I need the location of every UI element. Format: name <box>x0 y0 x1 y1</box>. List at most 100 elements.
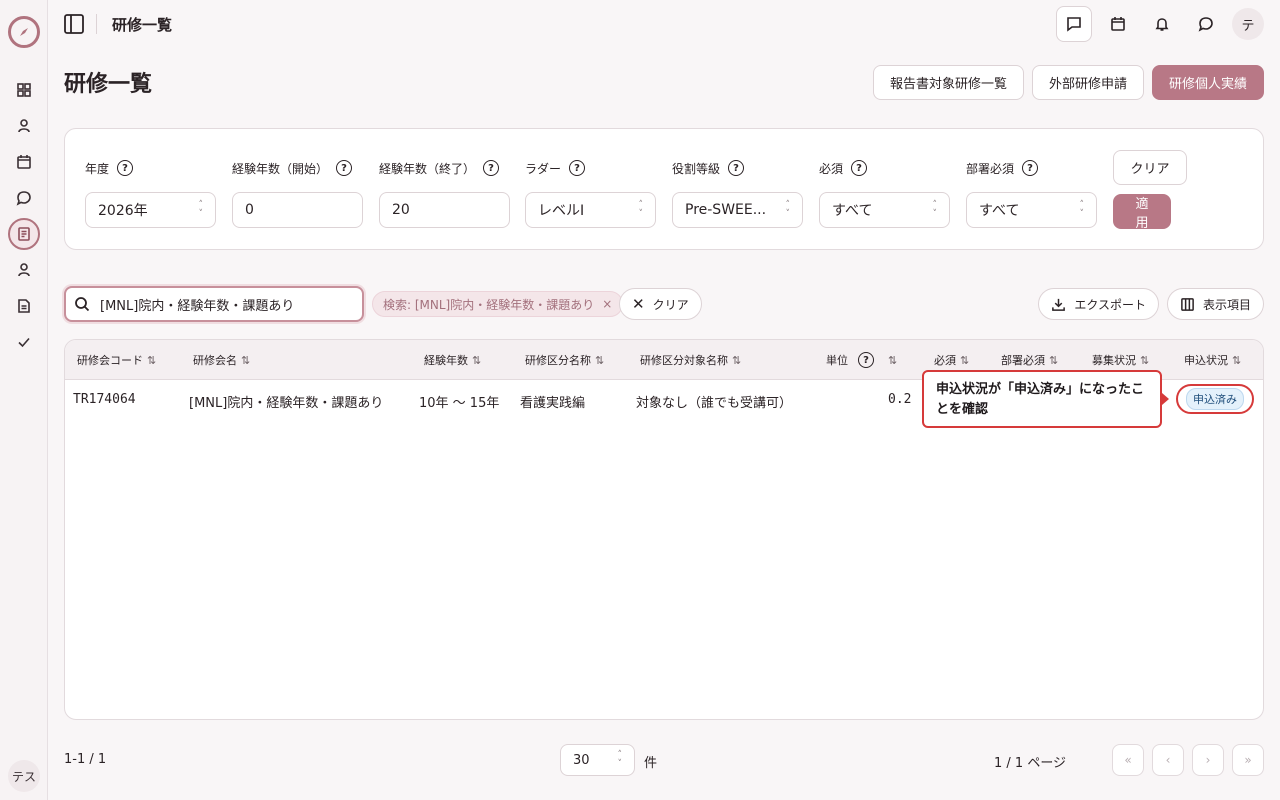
next-page-icon[interactable]: › <box>1192 744 1224 776</box>
header-label: 研修区分名称 <box>525 354 591 367</box>
person-icon[interactable] <box>12 114 36 138</box>
chip-label: 検索: [MNL]院内・経験年数・課題あり <box>383 297 595 312</box>
col-header-years[interactable]: 経験年数 ⇅ <box>424 352 481 368</box>
required-select[interactable]: すべて ˄ ˅ <box>819 192 950 228</box>
check-icon[interactable] <box>12 330 36 354</box>
chevron-updown-icon: ˄ ˅ <box>198 200 204 219</box>
header-label: 研修区分対象名称 <box>640 354 728 367</box>
filter-clear-button[interactable]: クリア <box>1113 150 1187 185</box>
document-icon[interactable] <box>8 218 40 250</box>
sort-icon: ⇅ <box>472 353 482 367</box>
fiscal-year-select[interactable]: 2026年 ˄ ˅ <box>85 192 216 228</box>
dept-required-select[interactable]: すべて ˄ ˅ <box>966 192 1097 228</box>
col-header-category[interactable]: 研修区分名称 ⇅ <box>525 352 604 368</box>
bell-icon[interactable] <box>1144 6 1180 42</box>
help-icon[interactable]: ? <box>1022 160 1039 176</box>
col-header-application[interactable]: 申込状況 ⇅ <box>1184 352 1241 368</box>
filter-label: 経験年数（終了） <box>379 161 476 176</box>
cell-unit: 0.2 <box>888 392 912 407</box>
file-icon[interactable] <box>12 294 36 318</box>
result-range: 1-1 / 1 <box>64 752 107 767</box>
application-status-badge: 申込済み <box>1176 384 1254 414</box>
experience-end-input[interactable]: 20 <box>379 192 510 228</box>
header-label: 研修会名 <box>193 354 237 367</box>
feedback-icon[interactable] <box>1056 6 1092 42</box>
close-icon: ✕ <box>632 295 645 313</box>
search-clear-button[interactable]: ✕ クリア <box>619 288 702 320</box>
export-button[interactable]: エクスポート <box>1038 288 1159 320</box>
chevron-updown-icon: ˄ ˅ <box>1079 200 1085 219</box>
cell-name: [MNL]院内・経験年数・課題あり <box>189 396 384 411</box>
col-header-unit[interactable]: 単位? ⇅ <box>826 352 897 368</box>
person-icon[interactable] <box>12 258 36 282</box>
col-header-code[interactable]: 研修会コード ⇅ <box>77 352 156 368</box>
first-page-icon[interactable]: « <box>1112 744 1144 776</box>
annotation-callout: 申込状況が「申込済み」になったことを確認 <box>922 370 1162 428</box>
filter-label: 部署必須 <box>966 161 1015 176</box>
external-training-request-button[interactable]: 外部研修申請 <box>1031 65 1144 100</box>
help-icon[interactable]: ? <box>483 160 500 176</box>
app-logo[interactable] <box>8 16 40 48</box>
help-icon[interactable]: ? <box>851 160 868 176</box>
calendar-icon[interactable] <box>12 150 36 174</box>
sort-icon: ⇅ <box>147 353 157 367</box>
search-value: [MNL]院内・経験年数・課題あり <box>100 298 295 314</box>
sidebar-toggle-icon[interactable] <box>62 12 86 36</box>
page-size-select[interactable]: 30 ˄ ˅ <box>560 744 635 776</box>
breadcrumb-title: 研修一覧 <box>112 16 173 34</box>
search-input[interactable]: [MNL]院内・経験年数・課題あり <box>64 286 364 322</box>
select-value: レベルI <box>538 203 585 219</box>
experience-start-input[interactable]: 0 <box>232 192 363 228</box>
col-header-required[interactable]: 必須 ⇅ <box>934 352 969 368</box>
header-label: 部署必須 <box>1001 354 1045 367</box>
chevron-updown-icon: ˄ ˅ <box>617 750 623 769</box>
chat-icon[interactable] <box>12 186 36 210</box>
help-icon[interactable]: ? <box>728 160 745 176</box>
col-header-name[interactable]: 研修会名 ⇅ <box>193 352 250 368</box>
col-header-dept-required[interactable]: 部署必須 ⇅ <box>1001 352 1058 368</box>
calendar-icon[interactable] <box>1100 6 1136 42</box>
header-label: 単位 <box>826 354 848 367</box>
filter-required: 必須? すべて ˄ ˅ <box>819 159 950 228</box>
pagination-footer: 1-1 / 1 30 ˄ ˅ 件 1 / 1 ページ « ‹ › » <box>64 744 1264 776</box>
prev-page-icon[interactable]: ‹ <box>1152 744 1184 776</box>
col-header-recruitment[interactable]: 募集状況 ⇅ <box>1092 352 1149 368</box>
filter-label: 必須 <box>819 161 844 176</box>
filter-label: 役割等級 <box>672 161 721 176</box>
ladder-select[interactable]: レベルI ˄ ˅ <box>525 192 656 228</box>
help-icon[interactable]: ? <box>117 160 134 176</box>
select-value: Pre-SWEE... <box>685 202 767 218</box>
dashboard-icon[interactable] <box>12 78 36 102</box>
user-avatar[interactable]: テス <box>8 760 40 792</box>
filter-experience-end: 経験年数（終了）? 20 <box>379 159 510 228</box>
sort-icon: ⇅ <box>732 353 742 367</box>
filter-dept-required: 部署必須? すべて ˄ ˅ <box>966 159 1097 228</box>
last-page-icon[interactable]: » <box>1232 744 1264 776</box>
search-icon <box>75 297 90 312</box>
personal-training-record-button[interactable]: 研修個人実績 <box>1151 65 1264 100</box>
cell-category: 看護実践編 <box>520 396 586 411</box>
help-icon[interactable]: ? <box>336 160 353 176</box>
columns-label: 表示項目 <box>1202 297 1251 312</box>
download-icon <box>1052 298 1066 311</box>
filter-panel: 年度? 2026年 ˄ ˅ 経験年数（開始）? 0 経験年数（終了）? 20 ラダー… <box>64 128 1264 250</box>
sort-icon: ⇅ <box>960 353 970 367</box>
cell-code: TR174064 <box>73 392 136 407</box>
user-avatar[interactable]: テ <box>1232 8 1264 40</box>
filter-apply-button[interactable]: 適用 <box>1113 194 1171 231</box>
sort-icon: ⇅ <box>1140 353 1150 367</box>
help-icon[interactable]: ? <box>858 352 874 368</box>
chevron-updown-icon: ˄ ˅ <box>785 200 791 219</box>
columns-button[interactable]: 表示項目 <box>1166 288 1264 320</box>
chat-icon[interactable] <box>1188 6 1224 42</box>
header-label: 経験年数 <box>424 354 468 367</box>
status-label: 申込済み <box>1186 388 1244 410</box>
page-size-unit: 件 <box>644 756 658 771</box>
role-grade-select[interactable]: Pre-SWEE... ˄ ˅ <box>672 192 803 228</box>
divider <box>96 14 97 34</box>
report-training-list-button[interactable]: 報告書対象研修一覧 <box>872 65 1024 100</box>
help-icon[interactable]: ? <box>569 160 586 176</box>
col-header-target[interactable]: 研修区分対象名称 ⇅ <box>640 352 741 368</box>
close-icon[interactable]: × <box>602 297 612 311</box>
filter-label: 年度 <box>85 161 110 176</box>
